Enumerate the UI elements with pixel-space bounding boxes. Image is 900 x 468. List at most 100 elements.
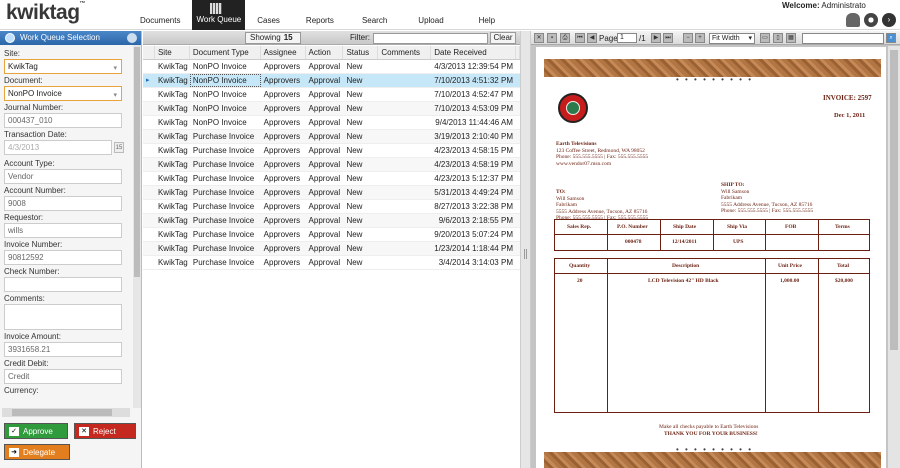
- two-page-icon[interactable]: ▯: [773, 33, 783, 43]
- table-row[interactable]: KwikTag Purchase Invoice Approvers Approval…: [143, 256, 520, 270]
- column-header-comments[interactable]: Comments: [378, 46, 432, 59]
- table-row[interactable]: KwikTag NonPO Invoice Approvers Approval New…: [143, 88, 520, 102]
- table-row[interactable]: KwikTag Purchase Invoice Approvers Approval…: [143, 242, 520, 256]
- document-select[interactable]: NonPO Invoice ▾: [4, 86, 122, 101]
- next-page-icon[interactable]: ▶: [651, 33, 661, 43]
- kwiktag-logo[interactable]: kwiktag™: [6, 1, 85, 25]
- row-indicator: [143, 256, 155, 269]
- scroll-thumb[interactable]: [12, 409, 112, 416]
- cell-date-received: 7/10/2013 4:51:32 PM: [434, 76, 513, 85]
- table-row[interactable]: KwikTag Purchase Invoice Approvers Approval…: [143, 214, 520, 228]
- scroll-thumb[interactable]: [890, 50, 898, 350]
- cell-action: Approval: [308, 160, 341, 169]
- table-row[interactable]: KwikTag Purchase Invoice Approvers Approval…: [143, 130, 520, 144]
- scroll-thumb[interactable]: [134, 47, 140, 277]
- journal-number-field[interactable]: 000437_010: [4, 113, 122, 128]
- previous-page-icon[interactable]: ◀: [587, 33, 597, 43]
- x-icon: ✕: [79, 427, 89, 436]
- credit-debit-field[interactable]: Credit: [4, 369, 122, 384]
- account-number-field[interactable]: 9008: [4, 196, 122, 211]
- top-bar: kwiktag™ Documents Work Queue Cases Repo…: [0, 0, 900, 30]
- nav-upload[interactable]: Upload: [401, 0, 460, 30]
- last-page-icon[interactable]: ⏭: [663, 33, 673, 43]
- comments-textarea[interactable]: [4, 304, 122, 330]
- form-horizontal-scrollbar[interactable]: [2, 408, 130, 417]
- search-icon[interactable]: ⌕: [886, 33, 896, 43]
- approve-button[interactable]: ✓ Approve: [4, 423, 68, 439]
- table-row[interactable]: KwikTag NonPO Invoice Approvers Approval New…: [143, 116, 520, 130]
- thumbnails-icon[interactable]: ▦: [786, 33, 796, 43]
- nav-cases[interactable]: Cases: [245, 0, 292, 30]
- delegate-button[interactable]: ➜ Delegate: [4, 444, 70, 460]
- zoom-select[interactable]: Fit Width ▾: [709, 33, 755, 44]
- calendar-icon[interactable]: 15: [114, 142, 124, 153]
- splitter-grip[interactable]: [524, 249, 527, 259]
- viewer-scrollbar[interactable]: [888, 46, 900, 468]
- cell-assignee: Approvers: [263, 118, 301, 127]
- welcome-user: Administrato: [821, 1, 866, 10]
- table-row[interactable]: KwikTag Purchase Invoice Approvers Approval…: [143, 158, 520, 172]
- invoice-amount-field[interactable]: 3931658.21: [4, 342, 122, 357]
- cell-status: New: [346, 104, 363, 113]
- arrow-right-icon[interactable]: ›: [882, 13, 896, 27]
- cell-action: Approval: [308, 146, 341, 155]
- table-row[interactable]: KwikTag Purchase Invoice Approvers Approval…: [143, 144, 520, 158]
- cell-date-received: 7/10/2013 4:52:47 PM: [434, 90, 513, 99]
- column-header-status[interactable]: Status: [343, 46, 379, 59]
- nav-work-queue[interactable]: Work Queue: [192, 0, 246, 30]
- account-type-field[interactable]: Vendor: [4, 169, 122, 184]
- cell-comments: [378, 74, 431, 87]
- table-row[interactable]: KwikTag Purchase Invoice Approvers Approval…: [143, 200, 520, 214]
- first-page-icon[interactable]: ⏮: [575, 33, 585, 43]
- nav-reports[interactable]: Reports: [292, 0, 348, 30]
- cell-site: KwikTag: [157, 76, 188, 85]
- save-icon[interactable]: ▪: [547, 33, 557, 43]
- row-indicator: [143, 116, 155, 129]
- nav-search[interactable]: Search: [348, 0, 401, 30]
- table-row[interactable]: KwikTag NonPO Invoice Approvers Approval New…: [143, 60, 520, 74]
- page-number-input[interactable]: 1: [617, 33, 637, 43]
- clear-button[interactable]: Clear: [490, 32, 516, 44]
- table-row[interactable]: KwikTag Purchase Invoice Approvers Approval…: [143, 186, 520, 200]
- table-row[interactable]: KwikTag Purchase Invoice Approvers Approval…: [143, 172, 520, 186]
- refresh-icon[interactable]: [5, 33, 15, 43]
- panel-title: Work Queue Selection: [20, 33, 100, 42]
- form-scrollbar[interactable]: [133, 45, 141, 408]
- pane-splitter[interactable]: [520, 31, 531, 468]
- table-row[interactable]: KwikTag Purchase Invoice Approvers Approval…: [143, 228, 520, 242]
- nav-help[interactable]: Help: [461, 0, 513, 30]
- table-row[interactable]: KwikTag NonPO Invoice Approvers Approval New…: [143, 102, 520, 116]
- reject-button[interactable]: ✕ Reject: [74, 423, 136, 439]
- column-header-action[interactable]: Action: [306, 46, 344, 59]
- cell-date-received: 3/19/2013 2:10:40 PM: [434, 132, 513, 141]
- transaction-date-field[interactable]: 4/3/2013: [4, 140, 112, 155]
- zoom-out-icon[interactable]: −: [683, 33, 693, 43]
- site-select[interactable]: KwikTag ▾: [4, 59, 122, 74]
- table-row[interactable]: ▸ KwikTag NonPO Invoice Approvers Approval Ne…: [143, 74, 520, 88]
- cell-assignee: Approvers: [263, 76, 301, 85]
- panel-settings-icon[interactable]: [127, 33, 137, 43]
- gear-icon[interactable]: [864, 13, 878, 27]
- check-number-field[interactable]: [4, 277, 122, 292]
- cell-site: KwikTag: [157, 258, 188, 267]
- close-icon[interactable]: ✕: [534, 33, 544, 43]
- nav-documents[interactable]: Documents: [128, 0, 192, 30]
- shipping-table: Sales Rep. P.O. Number Ship Date Ship Vi…: [554, 219, 870, 251]
- column-header-date-received[interactable]: Date Received: [431, 46, 516, 59]
- user-icon[interactable]: [846, 13, 860, 27]
- cell-comments: [378, 144, 431, 157]
- row-indicator: [143, 130, 155, 143]
- invoice-number-field[interactable]: 90812592: [4, 250, 122, 265]
- zoom-in-icon[interactable]: +: [695, 33, 705, 43]
- column-header-site[interactable]: Site: [155, 46, 190, 59]
- requestor-field[interactable]: wills: [4, 223, 122, 238]
- column-header-assignee[interactable]: Assignee: [261, 46, 306, 59]
- work-queue-grid-panel: Showing 15 Filter: Clear Site Document Ty…: [143, 31, 520, 468]
- viewer-search-input[interactable]: [802, 33, 884, 44]
- column-header-document-type[interactable]: Document Type: [190, 46, 261, 59]
- filter-input[interactable]: [373, 33, 488, 44]
- single-page-icon[interactable]: ▭: [760, 33, 770, 43]
- journal-number-label: Journal Number:: [4, 103, 64, 112]
- cell-assignee: Approvers: [263, 90, 301, 99]
- print-icon[interactable]: ⎙: [560, 33, 570, 43]
